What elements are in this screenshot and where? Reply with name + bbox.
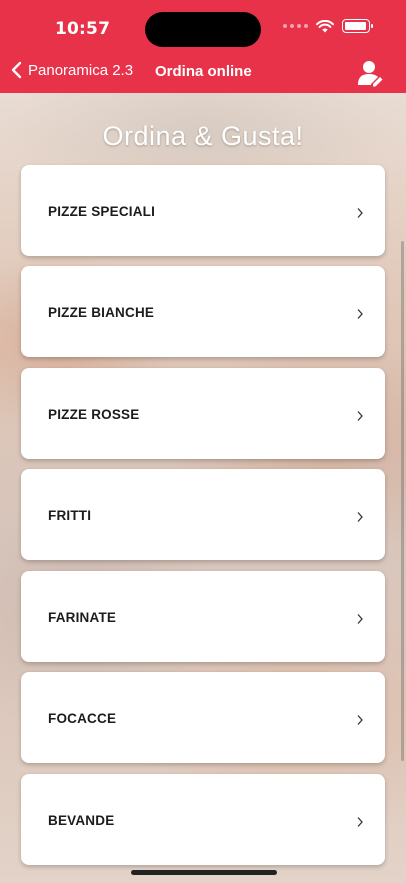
category-label: FOCACCE: [48, 711, 117, 726]
status-time: 10:57: [55, 19, 111, 39]
chevron-right-icon: [357, 208, 363, 218]
category-card[interactable]: PIZZE SPECIALI: [21, 165, 385, 256]
category-card[interactable]: FRITTI: [21, 469, 385, 560]
scrollbar[interactable]: [401, 241, 404, 761]
category-label: FRITTI: [48, 508, 92, 523]
back-button[interactable]: Panoramica 2.3: [10, 61, 133, 79]
category-label: BEVANDE: [48, 813, 115, 828]
chevron-right-icon: [357, 614, 363, 624]
user-icon[interactable]: [357, 59, 383, 87]
category-label: PIZZE SPECIALI: [48, 204, 156, 219]
signal-icon: [283, 24, 308, 28]
chevron-right-icon: [357, 411, 363, 421]
category-card[interactable]: BEVANDE: [21, 774, 385, 865]
category-card[interactable]: FOCACCE: [21, 672, 385, 763]
category-list-screen[interactable]: Ordina & Gusta! PIZZE SPECIALI PIZZE BIA…: [0, 93, 406, 883]
chevron-right-icon: [357, 512, 363, 522]
top-bar: 10:57 Panoramica 2.3 Ordina online: [0, 0, 406, 93]
wifi-icon: [316, 19, 334, 32]
category-label: PIZZE ROSSE: [48, 407, 140, 422]
status-icons: [283, 19, 373, 33]
home-indicator[interactable]: [131, 870, 277, 875]
back-label: Panoramica 2.3: [28, 61, 134, 79]
category-label: PIZZE BIANCHE: [48, 305, 155, 320]
category-card[interactable]: FARINATE: [21, 571, 385, 662]
chevron-right-icon: [357, 817, 363, 827]
category-card[interactable]: PIZZE ROSSE: [21, 368, 385, 459]
hero-title: Ordina & Gusta!: [102, 121, 304, 151]
battery-icon: [342, 19, 373, 33]
chevron-left-icon: [11, 61, 22, 79]
category-card[interactable]: PIZZE BIANCHE: [21, 266, 385, 357]
category-label: FARINATE: [48, 610, 117, 625]
page-title: Ordina online: [155, 63, 252, 80]
chevron-right-icon: [357, 715, 363, 725]
dynamic-island: [145, 12, 261, 47]
chevron-right-icon: [357, 309, 363, 319]
